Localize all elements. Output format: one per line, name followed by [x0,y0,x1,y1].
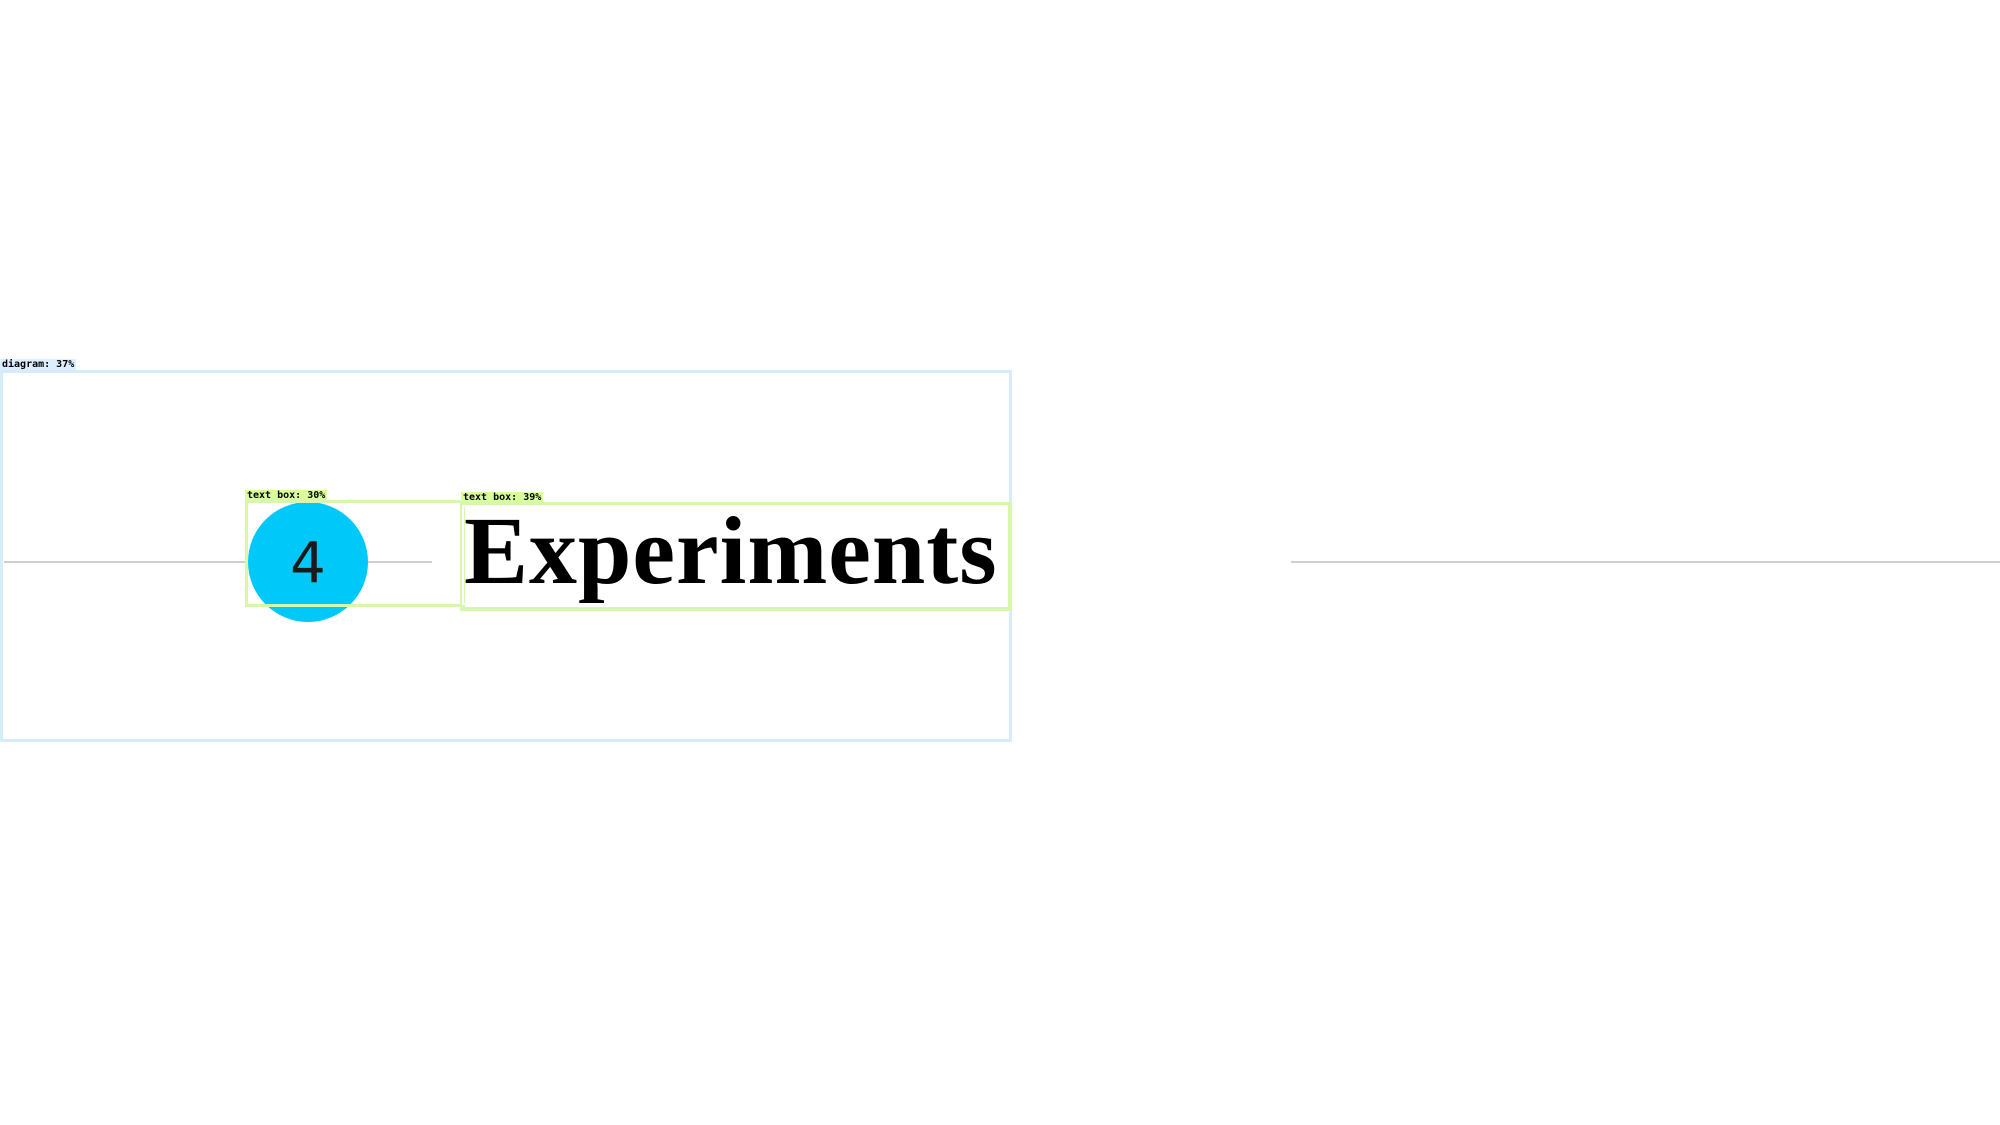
textbox-title-detection-label: text box: 39% [461,492,544,502]
textbox-number-detection-box [245,500,465,607]
divider-line-right [1291,561,2000,563]
textbox-title-inner-border [462,505,1008,605]
